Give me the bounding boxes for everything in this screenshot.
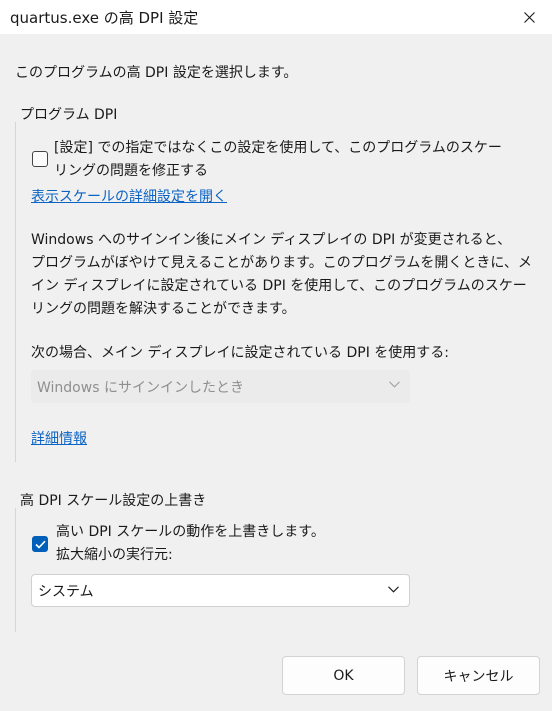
program-dpi-checkbox-label-line1: [設定] での指定ではなくこの設定を使用して、このプログラムのスケー — [54, 140, 502, 156]
more-info-link[interactable]: 詳細情報 — [31, 428, 87, 448]
close-button[interactable] — [506, 0, 552, 34]
intro-text: このプログラムの高 DPI 設定を選択します。 — [15, 65, 298, 81]
program-dpi-checkbox-label[interactable]: [設定] での指定ではなくこの設定を使用して、このプログラムのスケー リングの問… — [54, 137, 502, 183]
program-dpi-checkbox-label-line2: リングの問題を修正する — [54, 163, 208, 179]
close-icon — [523, 11, 535, 23]
program-dpi-checkbox[interactable] — [32, 151, 48, 167]
program-dpi-description: Windows へのサインイン後にメイン ディスプレイの DPI が変更されると… — [31, 229, 532, 321]
description-line-2: プログラムがぼやけて見えることがあります。このプログラムを開くときに、メ — [31, 255, 532, 271]
scaling-performer-select[interactable]: システム — [31, 574, 410, 607]
ok-button[interactable]: OK — [282, 656, 405, 695]
scaling-performer-select-value: システム — [38, 583, 94, 600]
override-scaling-checkbox-label: 高い DPI スケールの動作を上書きします。 — [56, 524, 325, 540]
program-dpi-group-border — [15, 122, 16, 462]
description-line-1: Windows へのサインイン後にメイン ディスプレイの DPI が変更されると… — [31, 232, 512, 248]
dpi-timing-select-value: Windows にサインインしたとき — [37, 379, 244, 396]
description-line-4: リングの問題を解決することができます。 — [31, 301, 296, 317]
override-scaling-checkbox[interactable] — [32, 536, 48, 552]
chevron-down-icon — [388, 586, 399, 593]
title-bar: quartus.exe の高 DPI 設定 — [0, 0, 552, 34]
override-group-border — [15, 508, 16, 632]
override-group-title: 高 DPI スケール設定の上書き — [20, 493, 207, 509]
chevron-down-icon — [389, 381, 400, 388]
program-dpi-group-title: プログラム DPI — [20, 107, 118, 123]
advanced-scaling-settings-link[interactable]: 表示スケールの詳細設定を開く — [31, 186, 227, 206]
dpi-select-label: 次の場合、メイン ディスプレイに設定されている DPI を使用する: — [31, 345, 450, 361]
description-line-3: イン ディスプレイに設定されている DPI を使用して、このプログラムのスケー — [31, 278, 527, 294]
scaling-performed-by-label: 拡大縮小の実行元: — [56, 547, 173, 563]
window-title: quartus.exe の高 DPI 設定 — [10, 9, 199, 27]
cancel-button[interactable]: キャンセル — [417, 656, 540, 695]
checkmark-icon — [35, 540, 46, 549]
override-scaling-label[interactable]: 高い DPI スケールの動作を上書きします。 拡大縮小の実行元: — [56, 521, 325, 567]
dpi-timing-select: Windows にサインインしたとき — [31, 370, 410, 403]
